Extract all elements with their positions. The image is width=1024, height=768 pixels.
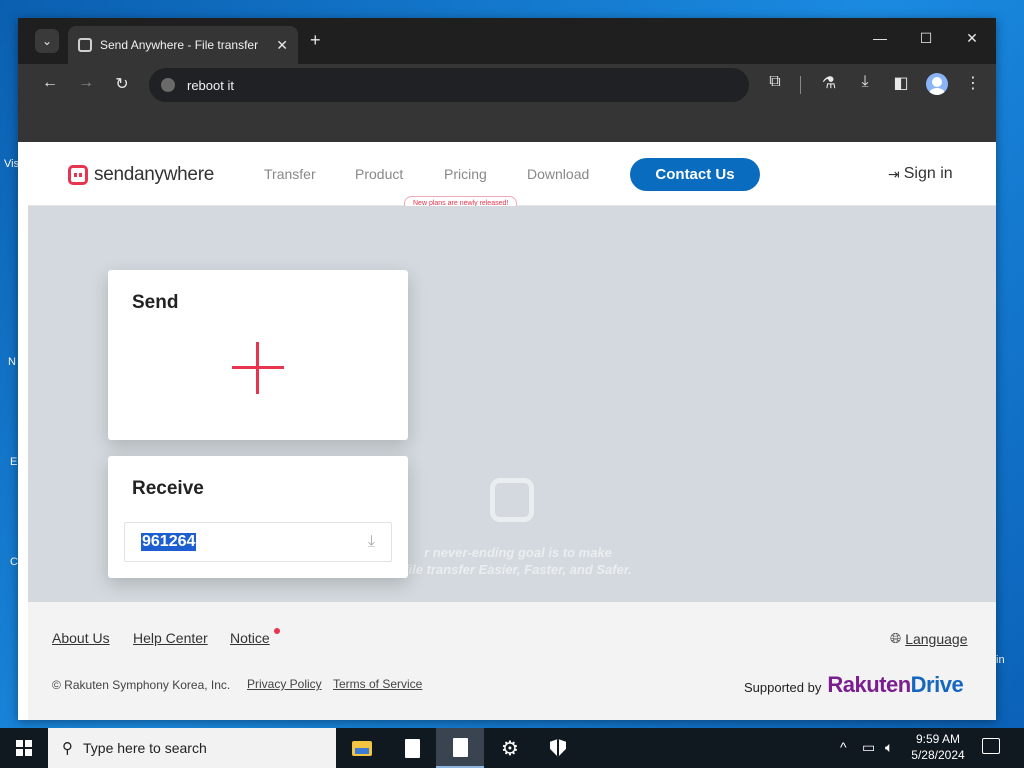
hero-tagline-line2: file transfer Easier, Faster, and Safer. <box>404 562 632 577</box>
network-icon[interactable]: ▭ <box>862 739 875 756</box>
taskbar-search[interactable]: ⚲ Type here to search <box>48 728 336 768</box>
site-footer: About Us Help Center Notice 🌐︎ Language … <box>28 602 996 720</box>
contact-us-button[interactable]: Contact Us <box>630 158 760 191</box>
document-taskbar-icon[interactable] <box>436 728 484 768</box>
supported-by-label: Supported by <box>744 680 822 695</box>
drive-logo-text: Drive <box>910 672 964 697</box>
send-card[interactable]: Send <box>108 270 408 440</box>
settings-gear-icon[interactable]: ⚙ <box>486 728 534 768</box>
sendanywhere-favicon-icon <box>78 38 92 52</box>
privacy-policy-link[interactable]: Privacy Policy <box>247 677 322 691</box>
profile-avatar-icon[interactable] <box>926 73 948 95</box>
sendanywhere-watermark-icon <box>490 478 534 522</box>
minimize-icon[interactable]: — <box>870 30 890 46</box>
globe-icon: 🌐︎ <box>890 630 902 646</box>
footer-about-us[interactable]: About Us <box>52 630 110 646</box>
volume-muted-icon[interactable]: 🔈︎ <box>885 739 893 756</box>
more-menu-icon[interactable]: ⋮ <box>962 73 984 93</box>
close-window-icon[interactable]: ✕ <box>962 30 982 47</box>
back-arrow-icon[interactable]: ← <box>40 74 60 92</box>
browser-window: ⌄ Send Anywhere - File transfer ✕ + — ☐ … <box>18 18 996 720</box>
desktop-icon-label[interactable]: C <box>10 556 18 568</box>
notice-dot-badge <box>274 628 280 634</box>
reload-icon[interactable]: ↻ <box>112 74 132 94</box>
language-selector[interactable]: 🌐︎ Language <box>890 630 968 647</box>
notepad-taskbar-icon[interactable] <box>388 728 436 768</box>
nav-product[interactable]: Product <box>355 166 403 182</box>
receive-title: Receive <box>132 478 204 499</box>
logo-text: sendanywhere <box>94 164 214 185</box>
receive-download-icon[interactable]: ⤓ <box>368 533 375 551</box>
tab-search-button[interactable]: ⌄ <box>35 29 59 53</box>
nav-transfer[interactable]: Transfer <box>264 166 316 182</box>
copyright-text: © Rakuten Symphony Korea, Inc. <box>52 678 231 692</box>
rakuten-logo-text: Rakuten <box>827 672 911 697</box>
hero-section: r never-ending goal is to make file tran… <box>28 206 996 602</box>
notification-icon[interactable] <box>982 738 1000 754</box>
maximize-icon[interactable]: ☐ <box>916 30 936 47</box>
footer-notice[interactable]: Notice <box>230 630 270 646</box>
windows-logo-icon <box>16 740 32 756</box>
nav-download[interactable]: Download <box>527 166 589 182</box>
toolbar-divider <box>800 76 801 94</box>
search-icon: ⚲ <box>62 740 73 757</box>
web-page: sendanywhere Transfer Product Pricing Do… <box>28 142 996 720</box>
supported-by[interactable]: Supported by Rakuten Drive <box>744 672 964 698</box>
receive-key-value[interactable]: 961264 <box>141 533 197 551</box>
site-header: sendanywhere Transfer Product Pricing Do… <box>28 142 996 211</box>
add-file-plus-icon[interactable] <box>232 342 284 394</box>
hero-tagline-line1: r never-ending goal is to make <box>424 545 612 560</box>
sign-in-label: Sign in <box>903 165 953 182</box>
tab-title: Send Anywhere - File transfer <box>100 38 259 52</box>
browser-titlebar: ⌄ Send Anywhere - File transfer ✕ + — ☐ … <box>18 18 996 64</box>
desktop-icon-label[interactable]: Vis <box>4 158 19 170</box>
labs-flask-icon[interactable]: ⚗ <box>818 73 840 93</box>
nav-pricing[interactable]: Pricing <box>444 166 487 182</box>
receive-card: Receive 961264 ⤓ <box>108 456 408 578</box>
hero-tagline: r never-ending goal is to make file tran… <box>368 544 668 578</box>
windows-taskbar: ⚲ Type here to search ⚙ ^ ▭ 🔈︎ 9:59 AM 5… <box>0 728 1024 768</box>
extensions-icon[interactable]: ⧉ <box>764 73 786 91</box>
footer-help-center[interactable]: Help Center <box>133 630 208 646</box>
side-panel-icon[interactable]: ◧ <box>890 73 912 93</box>
system-clock[interactable]: 9:59 AM 5/28/2024 <box>900 731 976 763</box>
clock-date: 5/28/2024 <box>911 748 965 762</box>
clock-time: 9:59 AM <box>915 732 961 746</box>
download-icon[interactable]: ⤓ <box>854 73 876 91</box>
bookmark-bar <box>18 106 996 142</box>
desktop-icon-label[interactable]: in <box>996 654 1005 666</box>
chevron-down-icon: ⌄ <box>41 34 53 48</box>
desktop-icon-label[interactable]: N <box>8 356 16 368</box>
address-text[interactable]: reboot it <box>187 78 234 93</box>
browser-toolbar: ← → ↻ reboot it ⧉ ⚗ ⤓ ◧ ⋮ <box>18 64 996 106</box>
start-button[interactable] <box>0 728 48 768</box>
sendanywhere-logo-icon <box>68 165 88 185</box>
chevron-up-icon[interactable]: ^ <box>840 739 847 755</box>
file-explorer-taskbar-icon[interactable] <box>338 728 386 768</box>
address-bar[interactable]: reboot it <box>149 68 749 102</box>
terms-of-service-link[interactable]: Terms of Service <box>333 677 422 691</box>
send-title: Send <box>132 292 179 313</box>
site-info-icon[interactable] <box>161 78 175 92</box>
forward-arrow-icon[interactable]: → <box>76 74 96 92</box>
security-shield-icon[interactable] <box>534 728 582 768</box>
browser-tab-active[interactable]: Send Anywhere - File transfer ✕ <box>68 26 298 64</box>
new-tab-button[interactable]: + <box>310 30 321 51</box>
sign-in-icon: ⇥ <box>888 165 900 182</box>
search-placeholder: Type here to search <box>83 740 207 756</box>
desktop-icon-label[interactable]: E <box>10 456 17 468</box>
sign-in-link[interactable]: ⇥ Sign in <box>888 165 953 183</box>
close-tab-icon[interactable]: ✕ <box>276 37 288 54</box>
language-label: Language <box>905 630 968 647</box>
site-logo[interactable]: sendanywhere <box>68 164 214 186</box>
receive-key-input[interactable]: 961264 ⤓ <box>124 522 392 562</box>
